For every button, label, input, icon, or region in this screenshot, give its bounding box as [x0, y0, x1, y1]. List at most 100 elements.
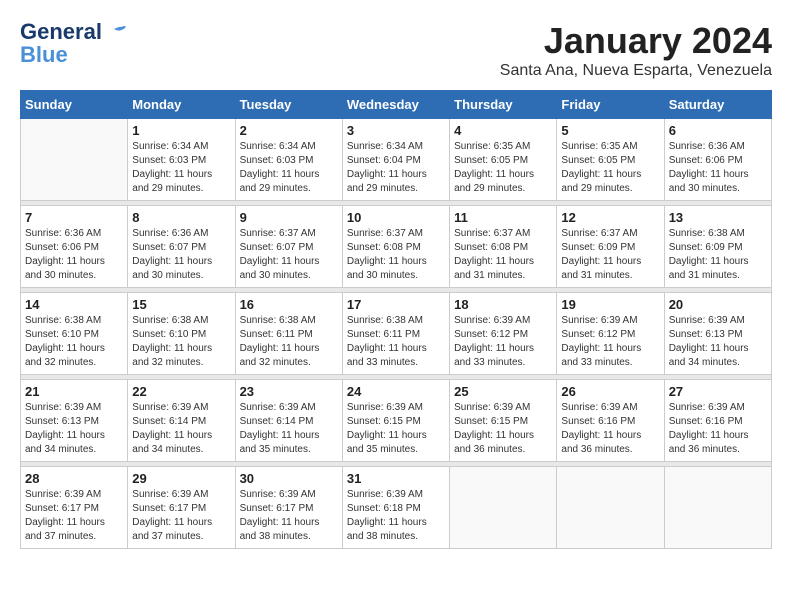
day-number: 8 — [132, 210, 230, 225]
day-number: 23 — [240, 384, 338, 399]
day-number: 18 — [454, 297, 552, 312]
day-number: 13 — [669, 210, 767, 225]
table-row: 5 Sunrise: 6:35 AM Sunset: 6:05 PM Daylig… — [557, 119, 664, 201]
table-row: 28Sunrise: 6:39 AM Sunset: 6:17 PM Dayli… — [21, 467, 128, 549]
day-number: 4 — [454, 123, 552, 138]
day-number: 9 — [240, 210, 338, 225]
table-row: 3 Sunrise: 6:34 AM Sunset: 6:04 PM Daylig… — [342, 119, 449, 201]
day-number: 10 — [347, 210, 445, 225]
table-row: 23 Sunrise: 6:39 AM Sunset: 6:14 PM Dayli… — [235, 380, 342, 462]
table-row: 14 Sunrise: 6:38 AM Sunset: 6:10 PM Dayli… — [21, 293, 128, 375]
day-number: 28 — [25, 471, 123, 486]
header-saturday: Saturday — [664, 91, 771, 119]
day-number: 31 — [347, 471, 445, 486]
day-info: Sunrise: 6:39 AM Sunset: 6:18 PM Dayligh… — [347, 488, 445, 544]
logo-text: General — [20, 20, 126, 44]
header-wednesday: Wednesday — [342, 91, 449, 119]
header-thursday: Thursday — [450, 91, 557, 119]
day-number: 29 — [132, 471, 230, 486]
table-row: 24 Sunrise: 6:39 AM Sunset: 6:15 PM Dayli… — [342, 380, 449, 462]
calendar-title: January 2024 — [500, 20, 772, 62]
title-section: January 2024 Santa Ana, Nueva Esparta, V… — [500, 20, 772, 80]
table-row: 9 Sunrise: 6:37 AM Sunset: 6:07 PM Daylig… — [235, 206, 342, 288]
day-info: Sunrise: 6:38 AM Sunset: 6:11 PM Dayligh… — [347, 314, 445, 370]
day-number: 1 — [132, 123, 230, 138]
table-row: 7 Sunrise: 6:36 AM Sunset: 6:06 PM Daylig… — [21, 206, 128, 288]
table-row — [557, 467, 664, 549]
day-info: Sunrise: 6:35 AM Sunset: 6:05 PM Dayligh… — [561, 140, 659, 196]
day-info: Sunrise: 6:38 AM Sunset: 6:10 PM Dayligh… — [132, 314, 230, 370]
table-row: 31 Sunrise: 6:39 AM Sunset: 6:18 PM Dayli… — [342, 467, 449, 549]
day-info: Sunrise: 6:39 AM Sunset: 6:12 PM Dayligh… — [561, 314, 659, 370]
table-row: 2 Sunrise: 6:34 AM Sunset: 6:03 PM Daylig… — [235, 119, 342, 201]
day-info: Sunrise: 6:34 AM Sunset: 6:04 PM Dayligh… — [347, 140, 445, 196]
day-info: Sunrise: 6:38 AM Sunset: 6:10 PM Dayligh… — [25, 314, 123, 370]
day-number: 5 — [561, 123, 659, 138]
page-header: General Blue January 2024 Santa Ana, Nue… — [20, 20, 772, 80]
day-number: 24 — [347, 384, 445, 399]
day-info: Sunrise: 6:39 AM Sunset: 6:14 PM Dayligh… — [132, 401, 230, 457]
table-row: 26Sunrise: 6:39 AM Sunset: 6:16 PM Dayli… — [557, 380, 664, 462]
day-number: 11 — [454, 210, 552, 225]
day-info: Sunrise: 6:36 AM Sunset: 6:06 PM Dayligh… — [25, 227, 123, 283]
table-row: 12 Sunrise: 6:37 AM Sunset: 6:09 PM Dayli… — [557, 206, 664, 288]
table-row: 21 Sunrise: 6:39 AM Sunset: 6:13 PM Dayli… — [21, 380, 128, 462]
day-number: 7 — [25, 210, 123, 225]
day-info: Sunrise: 6:39 AM Sunset: 6:17 PM Dayligh… — [132, 488, 230, 544]
table-row: 25Sunrise: 6:39 AM Sunset: 6:15 PM Dayli… — [450, 380, 557, 462]
table-row: 29 Sunrise: 6:39 AM Sunset: 6:17 PM Dayli… — [128, 467, 235, 549]
day-number: 25 — [454, 384, 552, 399]
day-number: 14 — [25, 297, 123, 312]
day-info: Sunrise: 6:39 AM Sunset: 6:17 PM Dayligh… — [240, 488, 338, 544]
day-number: 15 — [132, 297, 230, 312]
table-row — [450, 467, 557, 549]
day-info: Sunrise: 6:39 AM Sunset: 6:16 PM Dayligh… — [561, 401, 659, 457]
day-info: Sunrise: 6:35 AM Sunset: 6:05 PM Dayligh… — [454, 140, 552, 196]
day-info: Sunrise: 6:39 AM Sunset: 6:12 PM Dayligh… — [454, 314, 552, 370]
table-row: 4 Sunrise: 6:35 AM Sunset: 6:05 PM Daylig… — [450, 119, 557, 201]
table-row: 13 Sunrise: 6:38 AM Sunset: 6:09 PM Dayli… — [664, 206, 771, 288]
day-info: Sunrise: 6:37 AM Sunset: 6:08 PM Dayligh… — [454, 227, 552, 283]
header-monday: Monday — [128, 91, 235, 119]
table-row: 6 Sunrise: 6:36 AM Sunset: 6:06 PM Daylig… — [664, 119, 771, 201]
table-row: 17 Sunrise: 6:38 AM Sunset: 6:11 PM Dayli… — [342, 293, 449, 375]
table-row: 8Sunrise: 6:36 AM Sunset: 6:07 PM Daylig… — [128, 206, 235, 288]
header-friday: Friday — [557, 91, 664, 119]
table-row: 22Sunrise: 6:39 AM Sunset: 6:14 PM Dayli… — [128, 380, 235, 462]
logo-blue: Blue — [20, 42, 68, 68]
day-number: 2 — [240, 123, 338, 138]
day-info: Sunrise: 6:38 AM Sunset: 6:11 PM Dayligh… — [240, 314, 338, 370]
day-number: 20 — [669, 297, 767, 312]
day-info: Sunrise: 6:37 AM Sunset: 6:09 PM Dayligh… — [561, 227, 659, 283]
table-row: 27Sunrise: 6:39 AM Sunset: 6:16 PM Dayli… — [664, 380, 771, 462]
logo-bird-icon — [104, 25, 126, 41]
header-sunday: Sunday — [21, 91, 128, 119]
day-info: Sunrise: 6:34 AM Sunset: 6:03 PM Dayligh… — [132, 140, 230, 196]
day-info: Sunrise: 6:39 AM Sunset: 6:13 PM Dayligh… — [25, 401, 123, 457]
table-row: 18 Sunrise: 6:39 AM Sunset: 6:12 PM Dayli… — [450, 293, 557, 375]
day-number: 21 — [25, 384, 123, 399]
table-row: 16Sunrise: 6:38 AM Sunset: 6:11 PM Dayli… — [235, 293, 342, 375]
table-row: 19Sunrise: 6:39 AM Sunset: 6:12 PM Dayli… — [557, 293, 664, 375]
table-row — [21, 119, 128, 201]
day-info: Sunrise: 6:38 AM Sunset: 6:09 PM Dayligh… — [669, 227, 767, 283]
calendar-subtitle: Santa Ana, Nueva Esparta, Venezuela — [500, 62, 772, 80]
table-row: 20Sunrise: 6:39 AM Sunset: 6:13 PM Dayli… — [664, 293, 771, 375]
day-info: Sunrise: 6:39 AM Sunset: 6:15 PM Dayligh… — [347, 401, 445, 457]
day-number: 3 — [347, 123, 445, 138]
table-row: 10 Sunrise: 6:37 AM Sunset: 6:08 PM Dayli… — [342, 206, 449, 288]
day-info: Sunrise: 6:39 AM Sunset: 6:14 PM Dayligh… — [240, 401, 338, 457]
day-number: 17 — [347, 297, 445, 312]
day-info: Sunrise: 6:37 AM Sunset: 6:07 PM Dayligh… — [240, 227, 338, 283]
calendar-header-row: Sunday Monday Tuesday Wednesday Thursday… — [21, 91, 772, 119]
day-number: 30 — [240, 471, 338, 486]
day-info: Sunrise: 6:34 AM Sunset: 6:03 PM Dayligh… — [240, 140, 338, 196]
header-tuesday: Tuesday — [235, 91, 342, 119]
day-info: Sunrise: 6:36 AM Sunset: 6:06 PM Dayligh… — [669, 140, 767, 196]
day-info: Sunrise: 6:37 AM Sunset: 6:08 PM Dayligh… — [347, 227, 445, 283]
calendar-table: Sunday Monday Tuesday Wednesday Thursday… — [20, 90, 772, 549]
day-number: 12 — [561, 210, 659, 225]
table-row: 11 Sunrise: 6:37 AM Sunset: 6:08 PM Dayli… — [450, 206, 557, 288]
day-number: 6 — [669, 123, 767, 138]
table-row: 1 Sunrise: 6:34 AM Sunset: 6:03 PM Daylig… — [128, 119, 235, 201]
